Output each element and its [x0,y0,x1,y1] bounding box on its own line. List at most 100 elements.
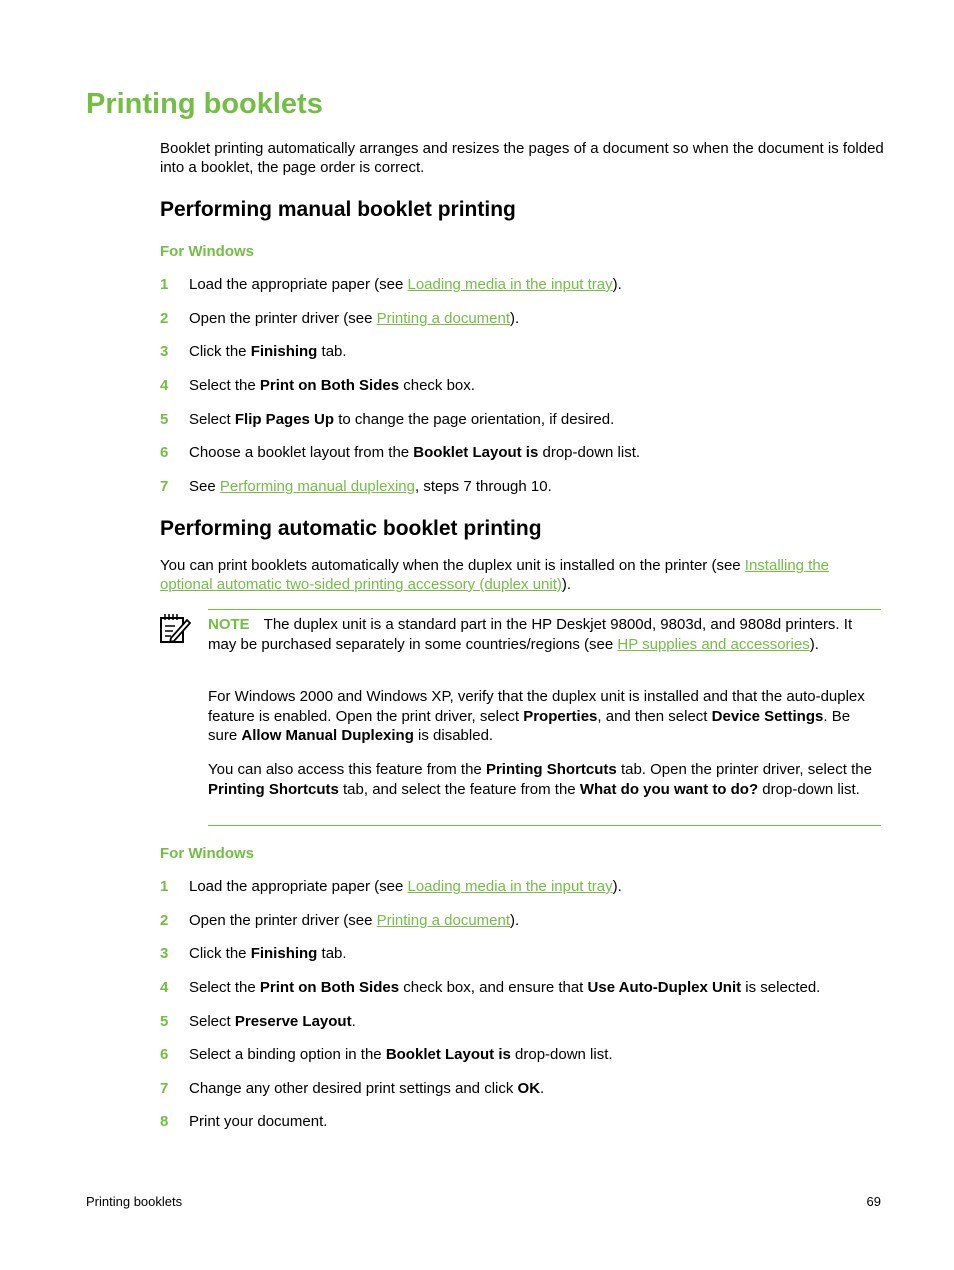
note-paragraph-3: You can also access this feature from th… [208,760,878,799]
step-text: ). [612,878,622,895]
step-number: 7 [160,478,169,495]
step-text: ). [510,310,520,327]
note-bottom-rule [208,825,881,826]
step-text: check box, and ensure that [399,979,588,996]
manual-step: 3 Click the Finishing tab. [160,342,347,361]
step-number: 6 [160,1046,169,1063]
step-number: 4 [160,979,169,996]
footer-page-number: 69 [866,1194,881,1209]
step-text: drop-down list. [538,444,641,461]
step-text: is selected. [741,979,821,996]
automatic-step: 2 Open the printer driver (see Printing a… [160,911,519,930]
step-text: to change the page orientation, if desir… [334,411,615,428]
manual-step: 6 Choose a booklet layout from the Bookle… [160,443,640,462]
manual-step: 4 Select the Print on Both Sides check bo… [160,376,475,395]
link-loading-media[interactable]: Loading media in the input tray [408,878,613,895]
step-text: Select [189,411,235,428]
note-text: ). [809,635,819,653]
step-text: drop-down list. [510,1046,613,1063]
note-top-rule [208,609,881,610]
note-bold: What do you want to do? [579,780,759,798]
step-text: Print your document. [189,1113,328,1130]
automatic-step: 5 Select Preserve Layout. [160,1012,356,1031]
note-text: tab, and select the feature from the [338,780,580,798]
link-hp-supplies[interactable]: HP supplies and accessories [617,636,809,653]
step-text: Select a binding option in the [189,1046,386,1063]
step-bold: Use Auto-Duplex Unit [587,979,742,996]
step-bold: Print on Both Sides [259,377,400,394]
step-bold: Booklet Layout is [385,1046,511,1063]
automatic-step: 4 Select the Print on Both Sides check bo… [160,978,820,997]
link-loading-media[interactable]: Loading media in the input tray [408,276,613,293]
step-text: . [540,1080,545,1097]
link-manual-duplexing[interactable]: Performing manual duplexing [220,478,415,495]
page-title: Printing booklets [86,88,323,120]
automatic-step: 1 Load the appropriate paper (see Loading… [160,877,622,896]
step-text: ). [510,912,520,929]
automatic-step: 8 Print your document. [160,1112,327,1131]
note-text: is disabled. [413,727,494,744]
manual-subheading: For Windows [160,243,255,260]
step-number: 6 [160,444,169,461]
step-bold: Finishing [250,343,318,360]
step-number: 3 [160,343,169,360]
note-paragraph-1: NOTE The duplex unit is a standard part i… [208,615,878,654]
step-text: See [189,478,220,495]
step-bold: Preserve Layout [234,1013,352,1030]
manual-heading: Performing manual booklet printing [160,198,516,221]
step-text: tab. [317,945,347,962]
step-bold: Print on Both Sides [259,979,400,996]
step-text: . [351,1013,356,1030]
step-text: Open the printer driver (see [189,310,377,327]
note-text: , and then select [597,707,712,725]
step-number: 5 [160,411,169,428]
note-label: NOTE [208,616,250,633]
link-printing-document[interactable]: Printing a document [377,310,510,327]
manual-step: 1 Load the appropriate paper (see Loading… [160,275,622,294]
footer-section-title: Printing booklets [86,1194,183,1209]
step-text: Click the [189,343,251,360]
step-bold: Booklet Layout is [413,444,539,461]
manual-step: 5 Select Flip Pages Up to change the page… [160,410,614,429]
step-number: 2 [160,310,169,327]
note-bold: Printing Shortcuts [208,780,339,798]
manual-step: 2 Open the printer driver (see Printing a… [160,309,519,328]
step-text: tab. [317,343,347,360]
step-text: Load the appropriate paper (see [189,878,408,895]
link-printing-document[interactable]: Printing a document [377,912,510,929]
step-bold: OK [517,1080,541,1097]
manual-step: 7 See Performing manual duplexing, steps … [160,477,552,496]
intro-paragraph: Booklet printing automatically arranges … [160,140,884,176]
automatic-heading: Performing automatic booklet printing [160,517,542,540]
step-text: Select the [189,377,260,394]
automatic-step: 3 Click the Finishing tab. [160,944,347,963]
automatic-step: 7 Change any other desired print settings… [160,1079,544,1098]
note-paragraph-2: For Windows 2000 and Windows XP, verify … [208,687,878,746]
step-text: Choose a booklet layout from the [189,444,414,461]
step-number: 7 [160,1080,169,1097]
note-text: You can also access this feature from th… [208,761,486,778]
step-text: Load the appropriate paper (see [189,276,408,293]
step-text: ). [612,276,622,293]
automatic-intro: You can print booklets automatically whe… [160,556,882,594]
step-text: Change any other desired print settings … [189,1080,518,1097]
step-number: 2 [160,912,169,929]
step-text: Click the [189,945,251,962]
note-text: drop-down list. [758,780,860,798]
step-number: 8 [160,1113,169,1130]
note-text: tab. Open the printer driver, select the [616,761,872,778]
step-number: 5 [160,1013,169,1030]
step-number: 4 [160,377,169,394]
step-text: Select [189,1013,235,1030]
automatic-step: 6 Select a binding option in the Booklet … [160,1045,613,1064]
automatic-subheading: For Windows [160,845,255,862]
step-text: Select the [189,979,260,996]
intro-text: You can print booklets automatically whe… [160,557,745,574]
step-number: 3 [160,945,169,962]
note-pencil-icon [160,614,191,644]
note-bold: Allow Manual Duplexing [241,727,414,744]
step-bold: Finishing [250,945,318,962]
note-bold: Properties [523,707,598,725]
step-bold: Flip Pages Up [234,411,335,428]
step-number: 1 [160,276,169,293]
